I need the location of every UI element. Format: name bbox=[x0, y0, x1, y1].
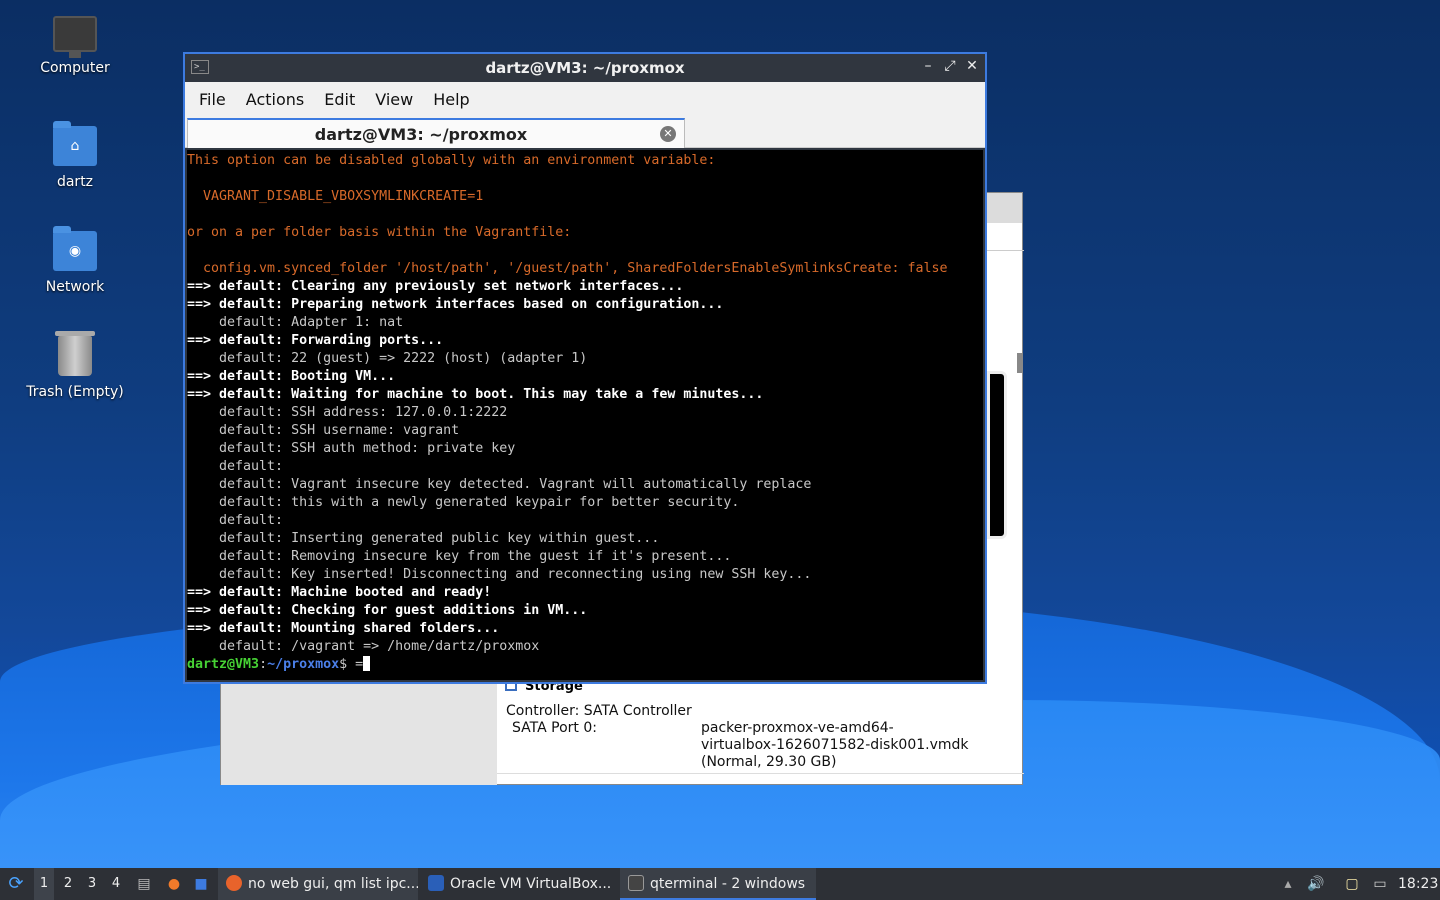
vm-preview bbox=[987, 371, 1007, 539]
tray-expand-icon[interactable]: ▴ bbox=[1276, 868, 1300, 900]
task-label: qterminal - 2 windows bbox=[650, 876, 806, 892]
prompt-user-host: dartz@VM3 bbox=[187, 657, 260, 672]
terminal-line: VAGRANT_DISABLE_VBOXSYMLINKCREATE=1 bbox=[187, 189, 484, 204]
menu-bar: File Actions Edit View Help bbox=[185, 82, 985, 116]
virtualbox-icon bbox=[428, 875, 444, 891]
workspace-4[interactable]: 4 bbox=[106, 868, 126, 900]
menu-view[interactable]: View bbox=[365, 90, 423, 109]
terminal-line: This option can be disabled globally wit… bbox=[187, 153, 716, 168]
terminal-line: ==> default: Mounting shared folders... bbox=[187, 621, 500, 636]
clock[interactable]: 18:23 bbox=[1398, 868, 1438, 900]
terminal-line: ==> default: Forwarding ports... bbox=[187, 333, 444, 348]
workspace-3[interactable]: 3 bbox=[82, 868, 102, 900]
start-menu-icon[interactable]: ⟳ bbox=[4, 868, 28, 900]
terminal-line: ==> default: Booting VM... bbox=[187, 369, 396, 384]
home-folder-icon: ⌂ bbox=[53, 121, 97, 166]
menu-help[interactable]: Help bbox=[423, 90, 479, 109]
desktop-icon-home[interactable]: ⌂ dartz bbox=[20, 121, 130, 190]
terminal-line: default: /vagrant => /home/dartz/proxmox bbox=[187, 639, 540, 654]
desktop-icon-network[interactable]: ◉ Network bbox=[20, 226, 130, 295]
task-firefox[interactable]: no web gui, qm list ipc... bbox=[218, 868, 418, 900]
storage-controller: Controller: SATA Controller bbox=[506, 703, 692, 719]
taskbar: ⟳ 1 2 3 4 ▤ ● ■ no web gui, qm list ipc.… bbox=[0, 868, 1440, 900]
scrollbar[interactable] bbox=[1017, 353, 1022, 373]
computer-icon bbox=[53, 16, 97, 58]
close-button[interactable]: ✕ bbox=[963, 58, 981, 74]
desktop-icon-label: Computer bbox=[40, 60, 110, 76]
terminal-line: default: Key inserted! Disconnecting and… bbox=[187, 567, 812, 582]
task-qterminal[interactable]: qterminal - 2 windows bbox=[620, 868, 816, 900]
desktop-icon-label: Trash (Empty) bbox=[26, 384, 124, 400]
terminal-line: default: Removing insecure key from the … bbox=[187, 549, 732, 564]
prompt-suffix: $ bbox=[339, 657, 356, 672]
firefox-icon[interactable]: ● bbox=[163, 868, 185, 900]
window-title: dartz@VM3: ~/proxmox bbox=[485, 59, 685, 77]
disk-line: virtualbox-1626071582-disk001.vmdk bbox=[701, 737, 969, 753]
maximize-button[interactable]: ⤢ bbox=[941, 58, 959, 74]
volume-icon[interactable]: 🔊 bbox=[1304, 868, 1328, 900]
desktop-icon-label: dartz bbox=[56, 174, 94, 190]
terminal-prompt[interactable]: dartz@VM3:~/proxmox$ = bbox=[187, 656, 983, 674]
prompt-input[interactable]: = bbox=[355, 657, 363, 672]
desktop-icon-label: Network bbox=[45, 279, 105, 295]
desktop-icon-computer[interactable]: Computer bbox=[20, 16, 130, 76]
terminal-line: default: Vagrant insecure key detected. … bbox=[187, 477, 812, 492]
disk-line: (Normal, 29.30 GB) bbox=[701, 754, 837, 770]
terminal-line: ==> default: Machine booted and ready! bbox=[187, 585, 492, 600]
terminal-line: ==> default: Preparing network interface… bbox=[187, 297, 724, 312]
terminal-line: default: SSH auth method: private key bbox=[187, 441, 516, 456]
network-folder-icon: ◉ bbox=[53, 226, 97, 271]
vm-list-panel[interactable] bbox=[221, 683, 497, 785]
text-cursor bbox=[363, 656, 371, 671]
menu-actions[interactable]: Actions bbox=[236, 90, 314, 109]
firefox-icon bbox=[226, 875, 242, 891]
terminal-line: ==> default: Clearing any previously set… bbox=[187, 279, 684, 294]
tab-label: dartz@VM3: ~/proxmox bbox=[314, 125, 528, 144]
file-manager-icon[interactable]: ▤ bbox=[133, 868, 155, 900]
network-icon[interactable]: ▭ bbox=[1368, 868, 1392, 900]
terminal-line: default: Adapter 1: nat bbox=[187, 315, 404, 330]
terminal-window[interactable]: >_ dartz@VM3: ~/proxmox – ⤢ ✕ File Actio… bbox=[183, 52, 987, 684]
terminal-icon bbox=[628, 875, 644, 891]
terminal-line: default: Inserting generated public key … bbox=[187, 531, 660, 546]
menu-file[interactable]: File bbox=[189, 90, 236, 109]
terminal-line: default: bbox=[187, 459, 284, 474]
terminal-line: default: bbox=[187, 513, 284, 528]
terminal-line: default: 22 (guest) => 2222 (host) (adap… bbox=[187, 351, 588, 366]
minimize-button[interactable]: – bbox=[919, 58, 937, 74]
disk-info: packer-proxmox-ve-amd64- virtualbox-1626… bbox=[701, 720, 1001, 771]
terminal-line: default: this with a newly generated key… bbox=[187, 495, 740, 510]
prompt-separator: : bbox=[259, 657, 268, 672]
workspace-1[interactable]: 1 bbox=[34, 868, 54, 900]
task-label: no web gui, qm list ipc... bbox=[248, 876, 418, 892]
task-virtualbox[interactable]: Oracle VM VirtualBox... bbox=[420, 868, 616, 900]
workspace-2[interactable]: 2 bbox=[58, 868, 78, 900]
sata-port-label: SATA Port 0: bbox=[512, 720, 597, 736]
terminal-line: default: SSH username: vagrant bbox=[187, 423, 460, 438]
terminal-titlebar[interactable]: >_ dartz@VM3: ~/proxmox – ⤢ ✕ bbox=[185, 54, 985, 82]
prompt-path: ~/proxmox bbox=[267, 657, 340, 672]
terminal-line: ==> default: Waiting for machine to boot… bbox=[187, 387, 764, 402]
clipboard-icon[interactable]: ▢ bbox=[1340, 868, 1364, 900]
disk-line: packer-proxmox-ve-amd64- bbox=[701, 720, 894, 736]
tab-terminal[interactable]: dartz@VM3: ~/proxmox ✕ bbox=[187, 118, 685, 148]
desktop-icon-trash[interactable]: Trash (Empty) bbox=[20, 331, 130, 400]
task-label: Oracle VM VirtualBox... bbox=[450, 876, 612, 892]
menu-edit[interactable]: Edit bbox=[314, 90, 365, 109]
terminal-output[interactable]: This option can be disabled globally wit… bbox=[187, 150, 983, 680]
tab-bar: dartz@VM3: ~/proxmox ✕ bbox=[185, 116, 985, 148]
trash-icon bbox=[55, 331, 95, 376]
divider bbox=[497, 773, 1024, 774]
show-desktop-icon[interactable]: ■ bbox=[190, 868, 212, 900]
terminal-line: config.vm.synced_folder '/host/path', '/… bbox=[187, 261, 948, 276]
terminal-line: ==> default: Checking for guest addition… bbox=[187, 603, 588, 618]
terminal-line: or on a per folder basis within the Vagr… bbox=[187, 225, 572, 240]
terminal-line: default: SSH address: 127.0.0.1:2222 bbox=[187, 405, 508, 420]
tab-close-icon[interactable]: ✕ bbox=[660, 126, 676, 142]
